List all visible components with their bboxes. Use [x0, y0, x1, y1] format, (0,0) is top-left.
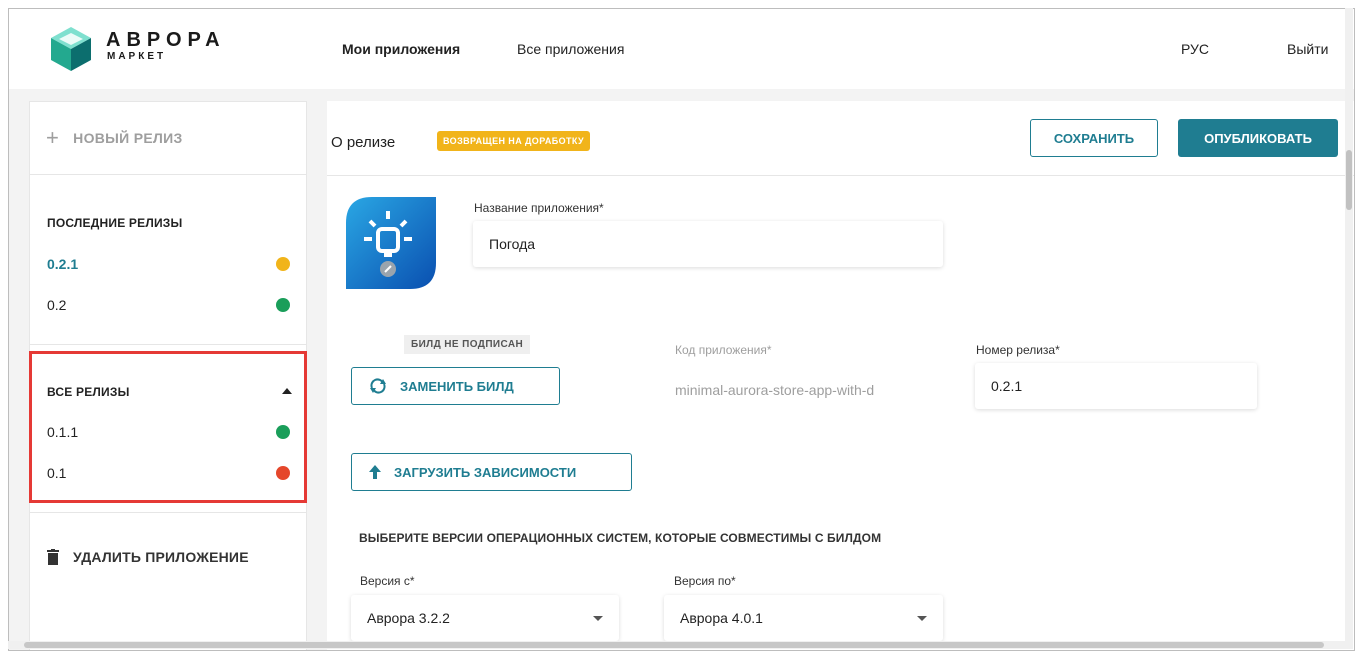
- version-from-select[interactable]: Аврора 3.2.2: [351, 595, 619, 641]
- version-from-value: Аврора 3.2.2: [367, 610, 450, 626]
- upload-dependencies-button[interactable]: ЗАГРУЗИТЬ ЗАВИСИМОСТИ: [351, 453, 632, 491]
- aurora-logo-icon[interactable]: [49, 25, 93, 73]
- delete-app-button[interactable]: УДАЛИТЬ ПРИЛОЖЕНИЕ: [47, 549, 249, 565]
- release-label: 0.2.1: [47, 256, 79, 272]
- delete-app-label: УДАЛИТЬ ПРИЛОЖЕНИЕ: [73, 549, 249, 565]
- new-release-button[interactable]: + НОВЫЙ РЕЛИЗ: [46, 125, 183, 150]
- release-form-panel: О релизе ВОЗВРАЩЕН НА ДОРАБОТКУ СОХРАНИТ…: [327, 101, 1354, 650]
- app-name-input[interactable]: Погода: [473, 221, 943, 267]
- latest-releases-heading: ПОСЛЕДНИЕ РЕЛИЗЫ: [47, 216, 183, 230]
- release-toolbar: О релизе ВОЗВРАЩЕН НА ДОРАБОТКУ СОХРАНИТ…: [327, 101, 1354, 176]
- version-to-select[interactable]: Аврора 4.0.1: [664, 595, 943, 641]
- version-from-label: Версия с*: [360, 574, 415, 588]
- nav-all-apps[interactable]: Все приложения: [517, 41, 624, 57]
- version-to-value: Аврора 4.0.1: [680, 610, 763, 626]
- release-number-label: Номер релиза*: [976, 343, 1060, 357]
- nav-my-apps[interactable]: Мои приложения: [342, 41, 460, 57]
- status-dot: [276, 298, 290, 312]
- page-title: О релизе: [331, 134, 396, 151]
- os-versions-heading: ВЫБЕРИТЕ ВЕРСИИ ОПЕРАЦИОННЫХ СИСТЕМ, КОТ…: [359, 531, 882, 545]
- logout-link[interactable]: Выйти: [1287, 41, 1328, 57]
- new-release-label: НОВЫЙ РЕЛИЗ: [73, 130, 183, 146]
- refresh-icon: [370, 378, 386, 394]
- vertical-scrollbar[interactable]: [1345, 8, 1353, 641]
- release-number-input[interactable]: 0.2.1: [975, 363, 1257, 409]
- release-item-0-2[interactable]: 0.2: [47, 297, 290, 313]
- release-item-0-2-1[interactable]: 0.2.1: [47, 256, 290, 272]
- sidebar-divider: [30, 174, 306, 175]
- version-to-label: Версия по*: [674, 574, 736, 588]
- plus-icon: +: [46, 125, 60, 150]
- top-header: АВРОРА МАРКЕТ Мои приложения Все приложе…: [9, 9, 1354, 89]
- all-releases-highlight: [29, 351, 307, 503]
- arrow-up-icon: [369, 465, 381, 479]
- release-label: 0.2: [47, 297, 67, 313]
- vertical-scroll-thumb[interactable]: [1346, 150, 1352, 210]
- dropdown-arrow-icon: [593, 616, 603, 621]
- trash-icon: [47, 549, 59, 565]
- dropdown-arrow-icon: [917, 616, 927, 621]
- app-name-label: Название приложения*: [474, 201, 604, 215]
- sidebar-divider: [30, 344, 306, 345]
- logo-subtitle: МАРКЕТ: [107, 51, 167, 62]
- build-unsigned-tag: БИЛД НЕ ПОДПИСАН: [404, 335, 531, 354]
- app-frame: АВРОРА МАРКЕТ Мои приложения Все приложе…: [8, 8, 1355, 651]
- replace-build-label: ЗАМЕНИТЬ БИЛД: [400, 378, 514, 394]
- upload-dependencies-label: ЗАГРУЗИТЬ ЗАВИСИМОСТИ: [394, 464, 577, 480]
- status-dot: [276, 257, 290, 271]
- horizontal-scroll-thumb[interactable]: [24, 642, 1324, 648]
- language-switch[interactable]: РУС: [1181, 41, 1209, 57]
- publish-button[interactable]: ОПУБЛИКОВАТЬ: [1178, 119, 1338, 157]
- app-icon[interactable]: [342, 193, 436, 289]
- logo-title: АВРОРА: [106, 29, 226, 51]
- status-badge: ВОЗВРАЩЕН НА ДОРАБОТКУ: [437, 131, 591, 151]
- replace-build-button[interactable]: ЗАМЕНИТЬ БИЛД: [351, 367, 560, 405]
- app-code-label: Код приложения*: [675, 343, 772, 357]
- save-button[interactable]: СОХРАНИТЬ: [1030, 119, 1158, 157]
- app-code-field: minimal-aurora-store-app-with-d: [675, 367, 935, 413]
- sidebar-divider: [30, 512, 306, 513]
